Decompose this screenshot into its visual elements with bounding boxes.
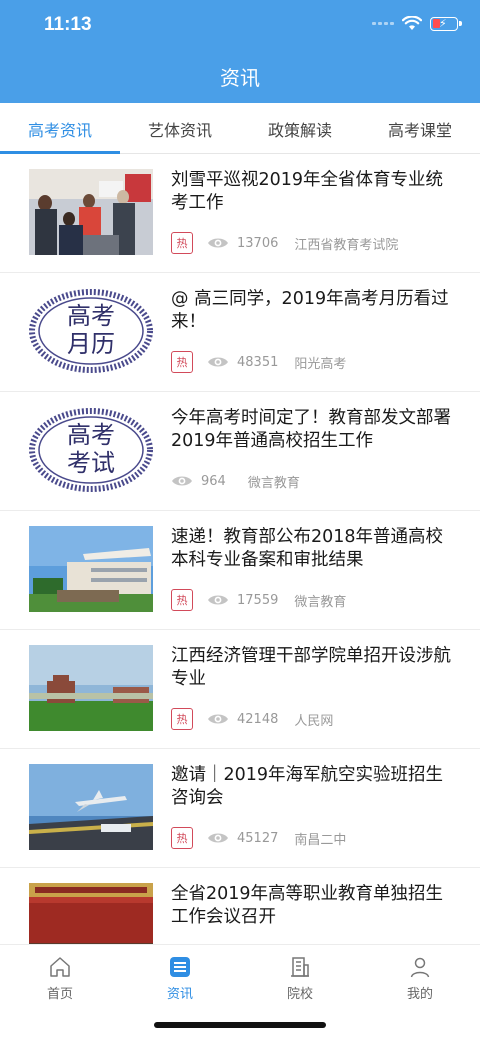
- eye-icon: [208, 238, 228, 248]
- eye-icon: [172, 476, 192, 486]
- article-title: 今年高考时间定了！教育部发文部署2019年普通高校招生工作: [171, 408, 451, 451]
- hot-badge: 热: [171, 708, 193, 730]
- article-title: 全省2019年高等职业教育单独招生工作会议召开: [171, 884, 444, 927]
- article-item[interactable]: 速递！教育部公布2018年普通高校本科专业备案和审批结果 热 17559 微言教…: [0, 511, 480, 630]
- hot-badge: 热: [171, 827, 193, 849]
- hot-badge: 热: [171, 589, 193, 611]
- home-icon: [50, 957, 70, 977]
- article-source: 江西省教育考试院: [294, 237, 399, 253]
- view-count: 48351: [237, 354, 279, 370]
- status-time: 11:13: [44, 14, 92, 35]
- article-thumbnail: [29, 526, 153, 612]
- article-meta: 热 13706 江西省教育考试院: [171, 232, 398, 254]
- tabbar-schools[interactable]: 院校: [240, 955, 360, 1002]
- article-title: 江西经济管理干部学院单招开设涉航专业: [171, 646, 451, 689]
- hot-badge: 热: [171, 232, 193, 254]
- battery-icon: ⚡: [430, 16, 462, 31]
- profile-icon: [410, 957, 430, 978]
- article-source: 南昌二中: [294, 832, 347, 848]
- article-meta: 热 45127 南昌二中: [171, 827, 346, 849]
- view-count: 45127: [237, 830, 279, 846]
- article-thumbnail: [29, 169, 153, 255]
- hot-badge: 热: [171, 351, 193, 373]
- view-count: 13706: [237, 235, 279, 251]
- article-source: 人民网: [294, 713, 334, 729]
- article-thumbnail: 高考月历: [29, 288, 153, 374]
- article-meta: 热 42148 人民网: [171, 708, 333, 730]
- article-title: @ 高三同学，2019年高考月历看过来！: [171, 289, 449, 332]
- news-icon: [170, 957, 190, 977]
- eye-icon: [208, 714, 228, 724]
- article-source: 微言教育: [294, 594, 347, 610]
- tabbar-profile-label: 我的: [406, 987, 433, 1002]
- article-meta: 热 48351 阳光高考: [171, 351, 346, 373]
- tabbar-home[interactable]: 首页: [0, 955, 120, 1002]
- wifi-icon: [402, 16, 422, 30]
- tab-art-sports-news[interactable]: 艺体资讯: [120, 117, 240, 141]
- article-thumbnail: [29, 645, 153, 731]
- building-icon: [291, 957, 309, 977]
- app-header: 11:13 ⚡ 资讯: [0, 0, 480, 103]
- article-item[interactable]: 全省2019年高等职业教育单独招生工作会议召开: [0, 868, 480, 944]
- article-item[interactable]: 高考考试 今年高考时间定了！教育部发文部署2019年普通高校招生工作 964 微…: [0, 392, 480, 511]
- cellular-signal-icon: [372, 22, 394, 25]
- article-thumbnail: 高考考试: [29, 407, 153, 493]
- article-meta: 热 17559 微言教育: [171, 589, 346, 611]
- view-count: 17559: [237, 592, 279, 608]
- article-item[interactable]: 高考月历 @ 高三同学，2019年高考月历看过来！ 热 48351 阳光高考: [0, 273, 480, 392]
- eye-icon: [208, 357, 228, 367]
- article-thumbnail: [29, 764, 153, 850]
- view-count: 964: [201, 473, 226, 489]
- eye-icon: [208, 833, 228, 843]
- tabbar-schools-label: 院校: [286, 987, 313, 1002]
- tab-policy-interpretation[interactable]: 政策解读: [240, 117, 360, 141]
- thumbnail-label: 高考月历: [67, 302, 115, 358]
- article-source: 阳光高考: [294, 356, 347, 372]
- article-item[interactable]: 刘雪平巡视2019年全省体育专业统考工作 热 13706 江西省教育考试院: [0, 154, 480, 273]
- view-count: 42148: [237, 711, 279, 727]
- article-item[interactable]: 江西经济管理干部学院单招开设涉航专业 热 42148 人民网: [0, 630, 480, 749]
- article-title: 速递！教育部公布2018年普通高校本科专业备案和审批结果: [171, 527, 444, 570]
- tab-gaokao-news[interactable]: 高考资讯: [0, 117, 120, 141]
- tabbar-news-label: 资讯: [166, 987, 193, 1002]
- article-title: 邀请｜2019年海军航空实验班招生咨询会: [171, 765, 444, 808]
- eye-icon: [208, 595, 228, 605]
- article-item[interactable]: 邀请｜2019年海军航空实验班招生咨询会 热 45127 南昌二中: [0, 749, 480, 868]
- article-thumbnail: [29, 883, 153, 944]
- article-title: 刘雪平巡视2019年全省体育专业统考工作: [171, 170, 444, 213]
- status-icons: ⚡: [372, 16, 462, 31]
- thumbnail-label: 高考考试: [67, 421, 115, 477]
- category-tabs: 高考资讯 艺体资讯 政策解读 高考课堂: [0, 103, 480, 154]
- article-source: 微言教育: [247, 475, 300, 491]
- article-list: 刘雪平巡视2019年全省体育专业统考工作 热 13706 江西省教育考试院 高考…: [0, 154, 480, 944]
- home-indicator[interactable]: [154, 1022, 326, 1028]
- article-meta: 964 微言教育: [171, 470, 300, 492]
- tabbar-home-label: 首页: [46, 987, 73, 1002]
- page-title: 资讯: [220, 66, 260, 90]
- tabbar-news[interactable]: 资讯: [120, 955, 240, 1002]
- tabbar-profile[interactable]: 我的: [360, 955, 480, 1002]
- tab-gaokao-classroom[interactable]: 高考课堂: [360, 117, 480, 141]
